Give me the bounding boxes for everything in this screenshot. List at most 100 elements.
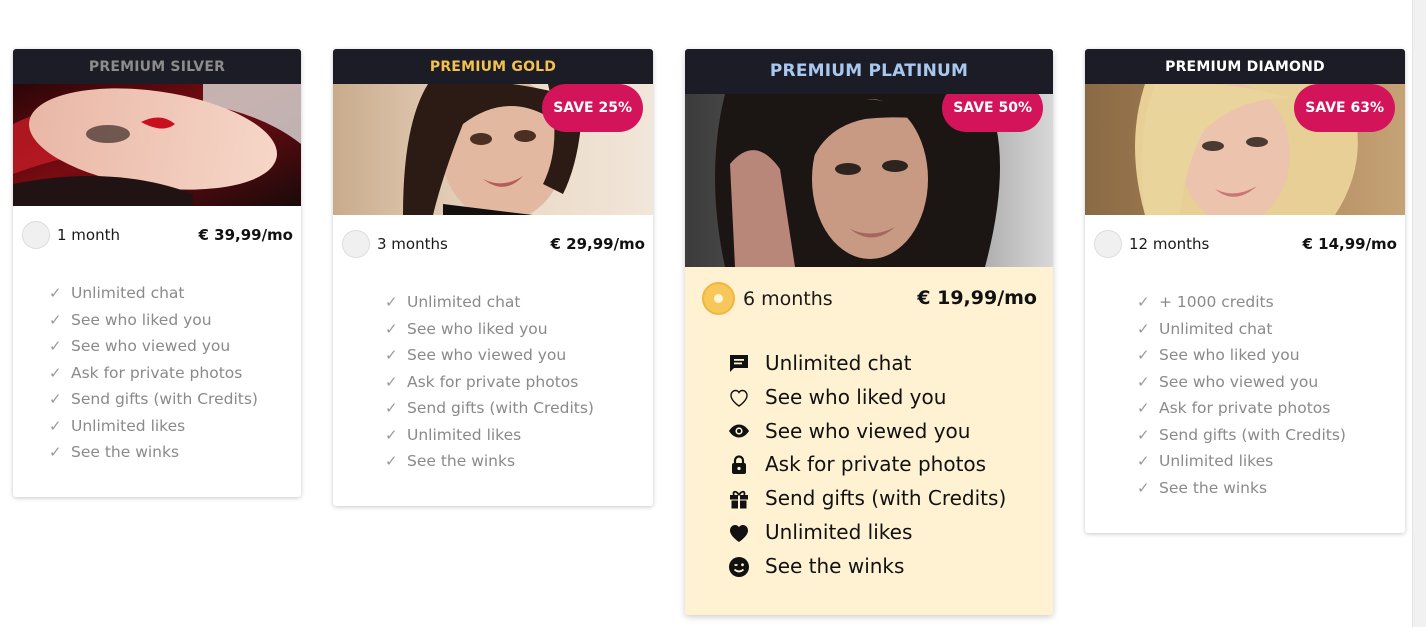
feature-label: Ask for private photos — [1159, 399, 1331, 417]
feature-label: Unlimited likes — [1159, 452, 1274, 470]
feature-item: See who liked you — [727, 381, 1006, 415]
heart-outline-icon — [727, 386, 765, 410]
feature-item: ✓ See who viewed you — [49, 333, 258, 360]
plan-card-diamond[interactable]: PREMIUM DIAMOND SAVE 63% 12 months € 14,… — [1085, 49, 1405, 533]
check-icon: ✓ — [1137, 478, 1150, 497]
eye-icon — [727, 419, 765, 443]
woman-photo-silver — [13, 84, 301, 206]
feature-item: ✓ See who liked you — [385, 316, 594, 343]
plan-price: € 19,99/mo — [917, 287, 1037, 309]
plan-photo — [13, 84, 301, 206]
check-icon: ✓ — [49, 416, 62, 435]
lock-icon — [727, 453, 765, 477]
feature-item: ✓ Unlimited chat — [385, 289, 594, 316]
feature-item: ✓ See the winks — [1137, 475, 1346, 502]
check-icon: ✓ — [1137, 452, 1150, 470]
plan-card-platinum[interactable]: PREMIUM PLATINUM SAVE 50% 6 months € 19,… — [685, 49, 1053, 615]
heart-filled-icon — [727, 521, 765, 545]
plan-option[interactable]: 1 month — [22, 221, 120, 249]
feature-item: ✓ Unlimited likes — [1137, 448, 1346, 475]
check-icon: ✓ — [1137, 372, 1150, 391]
feature-item: ✓ Unlimited likes — [49, 413, 258, 440]
feature-label: See the winks — [71, 443, 180, 461]
check-icon: ✓ — [1137, 425, 1150, 444]
feature-item: ✓ Ask for private photos — [49, 360, 258, 387]
check-icon: ✓ — [385, 399, 398, 417]
feature-list: Unlimited chat See who liked you See who v… — [727, 347, 1006, 584]
feature-list: ✓ + 1000 credits ✓ Unlimited chat ✓ See who l… — [1137, 289, 1346, 501]
feature-label: See who viewed you — [1159, 372, 1319, 391]
plan-title: PREMIUM DIAMOND — [1085, 49, 1405, 84]
check-icon: ✓ — [385, 425, 398, 444]
plan-photo: SAVE 25% — [333, 84, 653, 215]
plan-price: € 29,99/mo — [550, 235, 645, 253]
gift-icon — [727, 487, 765, 511]
feature-label: See who liked you — [1159, 346, 1300, 364]
feature-item: ✓ Unlimited chat — [49, 280, 258, 307]
feature-item: ✓ Ask for private photos — [1137, 395, 1346, 422]
plan-duration: 6 months — [743, 287, 833, 310]
check-icon: ✓ — [385, 346, 398, 364]
feature-label: See the winks — [765, 553, 905, 578]
feature-item: See who viewed you — [727, 415, 1006, 449]
feature-label: Unlimited chat — [407, 293, 521, 311]
feature-item: ✓ Unlimited chat — [1137, 316, 1346, 343]
plan-duration: 12 months — [1129, 235, 1210, 253]
plan-option[interactable]: 12 months — [1094, 230, 1209, 258]
check-icon: ✓ — [385, 319, 398, 338]
feature-label: Ask for private photos — [407, 372, 579, 391]
feature-label: See who liked you — [407, 319, 548, 338]
check-icon: ✓ — [49, 363, 62, 382]
save-badge: SAVE 50% — [942, 94, 1043, 132]
feature-label: Unlimited chat — [71, 284, 185, 302]
feature-label: Unlimited likes — [407, 425, 522, 444]
check-icon: ✓ — [49, 284, 62, 302]
feature-item: ✓ Unlimited likes — [385, 422, 594, 449]
feature-label: See the winks — [407, 452, 516, 470]
feature-label: See who viewed you — [71, 337, 231, 355]
radio-button[interactable] — [342, 230, 370, 258]
check-icon: ✓ — [385, 372, 398, 391]
feature-item: Ask for private photos — [727, 448, 1006, 482]
check-icon: ✓ — [385, 293, 398, 311]
feature-label: See who viewed you — [765, 418, 971, 443]
save-badge: SAVE 25% — [542, 84, 643, 132]
check-icon: ✓ — [49, 390, 62, 408]
feature-label: Send gifts (with Credits) — [1159, 425, 1346, 444]
plan-photo: SAVE 63% — [1085, 84, 1405, 215]
plan-photo: SAVE 50% — [685, 94, 1053, 267]
plan-price: € 14,99/mo — [1302, 235, 1397, 253]
feature-list: ✓ Unlimited chat ✓ See who liked you ✓ See wh… — [49, 280, 258, 466]
feature-label: Unlimited chat — [1159, 319, 1273, 338]
save-badge: SAVE 63% — [1294, 84, 1395, 132]
radio-button-selected[interactable] — [702, 282, 735, 315]
plan-card-gold[interactable]: PREMIUM GOLD SAVE 25% 3 months € 29,99/m… — [333, 49, 653, 506]
feature-item: Unlimited chat — [727, 347, 1006, 381]
plan-title: PREMIUM PLATINUM — [685, 49, 1053, 94]
plan-card-silver[interactable]: PREMIUM SILVER 1 month € 39,99/mo ✓ Unlim… — [13, 49, 301, 497]
feature-item: Send gifts (with Credits) — [727, 482, 1006, 516]
wink-face-icon — [727, 555, 765, 579]
feature-item: ✓ See who viewed you — [385, 342, 594, 369]
plan-duration: 1 month — [57, 226, 120, 244]
plan-title: PREMIUM SILVER — [13, 49, 301, 84]
feature-list: ✓ Unlimited chat ✓ See who liked you ✓ See wh… — [385, 289, 594, 475]
feature-label: Send gifts (with Credits) — [407, 399, 594, 417]
plan-title: PREMIUM GOLD — [333, 49, 653, 84]
radio-button[interactable] — [1094, 230, 1122, 258]
feature-label: See the winks — [1159, 478, 1268, 497]
feature-item: ✓ See who viewed you — [1137, 369, 1346, 396]
plan-option[interactable]: 6 months — [702, 282, 833, 315]
feature-label: Ask for private photos — [71, 363, 243, 382]
check-icon: ✓ — [385, 452, 398, 470]
feature-label: Unlimited likes — [71, 416, 186, 435]
check-icon: ✓ — [1137, 346, 1150, 364]
feature-item: See the winks — [727, 550, 1006, 584]
feature-item: ✓ See the winks — [385, 448, 594, 475]
plan-option[interactable]: 3 months — [342, 230, 448, 258]
chat-bubble-icon — [727, 352, 765, 376]
feature-label: Unlimited likes — [765, 519, 913, 544]
radio-button[interactable] — [22, 221, 50, 249]
scrollbar[interactable] — [1412, 0, 1426, 627]
feature-label: See who liked you — [71, 310, 212, 329]
